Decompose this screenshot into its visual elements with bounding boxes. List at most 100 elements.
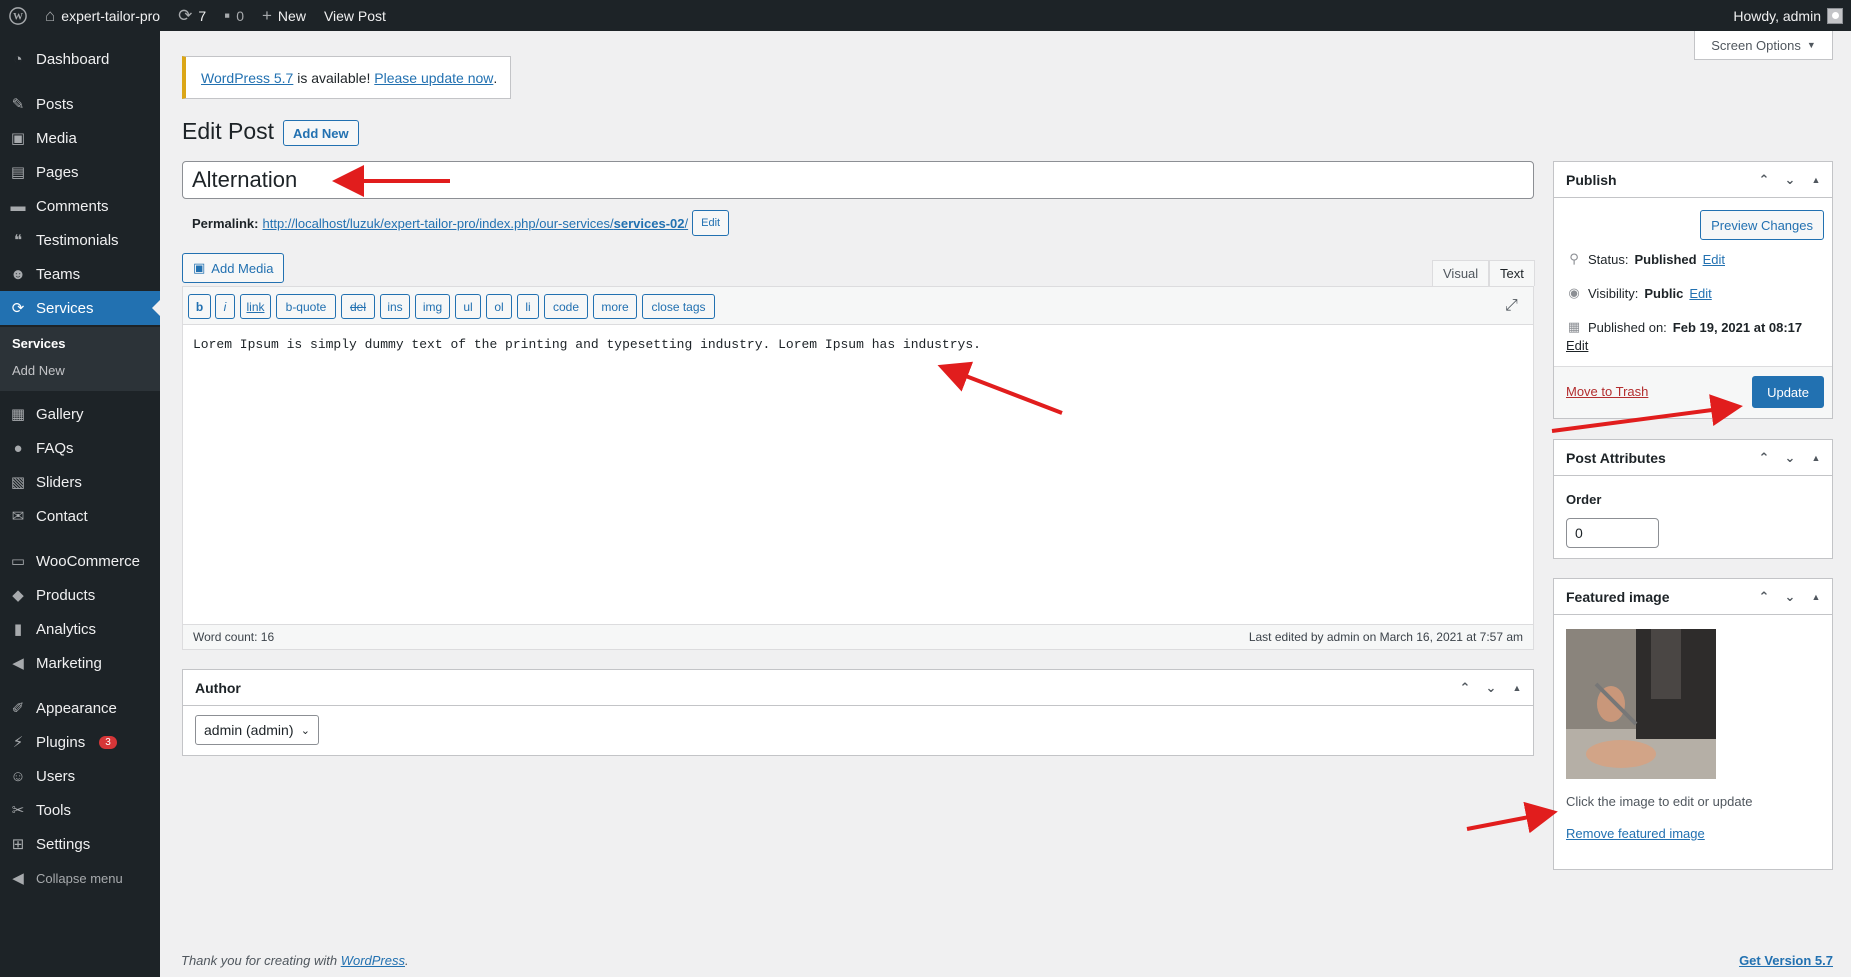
order-input[interactable]: 0 [1566,518,1659,548]
chevron-up-icon[interactable]: ⌃ [1756,450,1772,466]
sidebar-item-services[interactable]: ⟳ Services [0,291,160,325]
update-button[interactable]: Update [1752,376,1824,408]
arrow-to-featured [1466,801,1558,834]
qt-close-tags-button[interactable]: close tags [642,294,715,319]
sidebar-item-label: WooCommerce [36,552,140,570]
chevron-down-icon[interactable]: ⌄ [1782,589,1798,605]
publish-actions: Move to Trash Update [1554,366,1832,418]
sync-icon: ⟳ [11,300,25,317]
collapse-arrow-icon: ◀ [12,870,24,887]
edit-visibility-link[interactable]: Edit [1689,286,1711,301]
view-post-label: View Post [323,7,386,24]
edit-permalink-button[interactable]: Edit [692,210,730,236]
site-name: expert-tailor-pro [61,7,161,24]
toggle-triangle-icon[interactable]: ▲ [1808,175,1824,185]
sidebar-item-dashboard[interactable]: ◔ Dashboard [0,42,160,76]
edit-status-link[interactable]: Edit [1703,252,1725,267]
comments-link[interactable]: ▪ 0 [215,0,253,31]
qt-img-button[interactable]: img [415,294,450,319]
qt-ins-button[interactable]: ins [380,294,410,319]
new-content-link[interactable]: + New [253,0,315,31]
qt-code-button[interactable]: code [544,294,588,319]
update-now-link[interactable]: Please update now [374,70,493,86]
sidebar-item-posts[interactable]: ✎ Posts [0,87,160,121]
sidebar-item-testimonials[interactable]: ❝ Testimonials [0,223,160,257]
sidebar-item-label: FAQs [36,439,74,457]
chevron-down-icon[interactable]: ⌄ [1782,450,1798,466]
qt-del-button[interactable]: del [341,294,375,319]
chevron-down-icon: ⌄ [300,724,310,737]
sidebar-item-contact[interactable]: ✉ Contact [0,499,160,533]
sidebar-item-marketing[interactable]: ◀ Marketing [0,646,160,680]
howdy-text: Howdy, admin [1733,7,1821,24]
publish-metabox: Publish ⌃ ⌄ ▲ Preview Changes ⚲ Status: … [1553,161,1833,419]
chevron-up-icon[interactable]: ⌃ [1756,172,1772,188]
sidebar-item-settings[interactable]: ⊞ Settings [0,827,160,861]
fullscreen-icon[interactable]: ⤢ [1505,297,1523,315]
visibility-row: ◉ Visibility: Public Edit [1566,285,1711,301]
editor-content[interactable]: Lorem Ipsum is simply dummy text of the … [193,337,981,352]
qt-italic-button[interactable]: i [215,294,235,319]
chevron-down-icon[interactable]: ⌄ [1483,680,1499,696]
add-new-post-button[interactable]: Add New [283,120,359,146]
sidebar-item-appearance[interactable]: ✐ Appearance [0,691,160,725]
sidebar-item-media[interactable]: ▣ Media [0,121,160,155]
chevron-up-icon[interactable]: ⌃ [1756,589,1772,605]
plugin-icon: ⚡ [12,734,24,751]
post-attributes-header: Post Attributes ⌃ ⌄ ▲ [1554,440,1832,476]
site-name-link[interactable]: ⌂ expert-tailor-pro [36,0,169,31]
collapse-menu-button[interactable]: ◀ Collapse menu [0,861,160,895]
wp-version-link[interactable]: WordPress 5.7 [201,70,293,86]
wordpress-logo-icon: W [9,6,27,25]
permalink-link[interactable]: http://localhost/luzuk/expert-tailor-pro… [262,216,688,231]
preview-changes-button[interactable]: Preview Changes [1700,210,1824,240]
featured-image-thumbnail[interactable] [1566,629,1716,779]
submenu-item-services[interactable]: Services [12,336,66,351]
sidebar-item-gallery[interactable]: ▦ Gallery [0,397,160,431]
footer-thanks-text: Thank you for creating with [181,953,341,968]
toggle-triangle-icon[interactable]: ▲ [1509,683,1525,693]
post-title-input[interactable]: Alternation [182,161,1534,199]
qt-li-button[interactable]: li [517,294,539,319]
qt-ul-button[interactable]: ul [455,294,481,319]
qt-link-button[interactable]: link [240,294,271,319]
screen-options-button[interactable]: Screen Options ▼ [1694,31,1833,60]
footer-thanks: Thank you for creating with WordPress. [181,953,409,968]
qt-bquote-button[interactable]: b-quote [276,294,336,319]
chevron-up-icon[interactable]: ⌃ [1457,680,1473,696]
qt-ol-button[interactable]: ol [486,294,512,319]
remove-featured-image-link[interactable]: Remove featured image [1566,826,1705,841]
sidebar-item-analytics[interactable]: ▮ Analytics [0,612,160,646]
submenu-item-add-new[interactable]: Add New [12,363,65,378]
tab-text[interactable]: Text [1489,260,1535,286]
add-media-button[interactable]: ▣ Add Media [182,253,285,283]
wp-logo-menu[interactable]: W [0,0,36,31]
updates-link[interactable]: ⟳ 7 [169,0,215,31]
sidebar-item-users[interactable]: ☺ Users [0,759,160,793]
sidebar-item-pages[interactable]: ▤ Pages [0,155,160,189]
tab-visual[interactable]: Visual [1432,260,1490,286]
move-to-trash-link[interactable]: Move to Trash [1566,384,1648,399]
get-version-link[interactable]: Get Version 5.7 [1739,953,1833,968]
chevron-down-icon[interactable]: ⌄ [1782,172,1798,188]
qt-more-button[interactable]: more [593,294,637,319]
sidebar-item-faqs[interactable]: ● FAQs [0,431,160,465]
qt-bold-button[interactable]: b [188,294,211,319]
permalink-base: http://localhost/luzuk/expert-tailor-pro… [262,215,614,231]
footer-wordpress-link[interactable]: WordPress [341,953,405,968]
sidebar-item-tools[interactable]: ✂ Tools [0,793,160,827]
sidebar-item-sliders[interactable]: ▧ Sliders [0,465,160,499]
toggle-triangle-icon[interactable]: ▲ [1808,453,1824,463]
author-select[interactable]: admin (admin) ⌄ [195,715,319,745]
edit-date-link[interactable]: Edit [1566,338,1588,353]
sidebar-item-plugins[interactable]: ⚡ Plugins 3 [0,725,160,759]
view-post-link[interactable]: View Post [315,0,395,31]
sidebar-item-comments[interactable]: ▬ Comments [0,189,160,223]
my-account-link[interactable]: Howdy, admin [1724,0,1851,31]
sidebar-item-teams[interactable]: ☻ Teams [0,257,160,291]
sidebar-item-woocommerce[interactable]: ▭ WooCommerce [0,544,160,578]
toggle-triangle-icon[interactable]: ▲ [1808,592,1824,602]
sidebar-item-products[interactable]: ◆ Products [0,578,160,612]
sidebar-item-label: Sliders [36,473,82,491]
visibility-value: Public [1644,285,1684,301]
